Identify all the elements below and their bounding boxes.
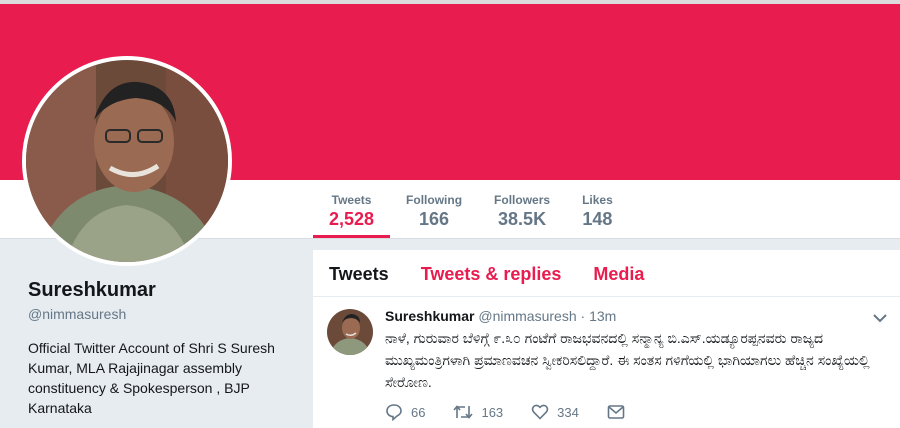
stat-followers[interactable]: Followers 38.5K	[478, 180, 566, 238]
heart-icon	[531, 404, 549, 420]
profile-photo-image	[26, 60, 228, 262]
stat-following-label: Following	[406, 193, 463, 207]
direct-message-button[interactable]	[607, 404, 633, 420]
tweet-timestamp[interactable]: 13m	[589, 308, 616, 324]
profile-card: Sureshkumar @nimmasuresh Official Twitte…	[28, 278, 298, 418]
reply-icon	[386, 404, 402, 421]
stat-likes-label: Likes	[582, 193, 613, 207]
tweet-header: Sureshkumar @nimmasuresh · 13m	[385, 307, 884, 325]
retweet-icon	[453, 405, 474, 419]
tweet[interactable]: Sureshkumar @nimmasuresh · 13m ನಾಳೆ, ಗುರ…	[313, 297, 900, 421]
profile-stats: Tweets 2,528 Following 166 Followers 38.…	[313, 180, 629, 238]
retweet-count: 163	[481, 404, 504, 420]
stat-followers-value: 38.5K	[498, 209, 547, 229]
timeline: Tweets Tweets & replies Media Sureshkuma…	[313, 250, 900, 428]
profile-avatar[interactable]	[22, 56, 232, 266]
stat-followers-label: Followers	[494, 193, 551, 207]
chevron-down-icon[interactable]	[872, 311, 888, 323]
stat-likes[interactable]: Likes 148	[566, 180, 629, 238]
like-count: 334	[557, 404, 579, 420]
like-button[interactable]: 334	[531, 403, 579, 421]
tweet-avatar[interactable]	[327, 309, 373, 355]
profile-bio: Official Twitter Account of Shri S Sures…	[28, 340, 275, 416]
tweet-author-name[interactable]: Sureshkumar	[385, 308, 474, 324]
reply-count: 66	[411, 404, 426, 420]
stat-following[interactable]: Following 166	[390, 180, 478, 238]
tweet-author-handle[interactable]: @nimmasuresh	[478, 308, 576, 324]
profile-name[interactable]: Sureshkumar	[28, 278, 298, 302]
retweet-button[interactable]: 163	[453, 403, 503, 421]
tweet-actions: 66 163 334	[385, 403, 884, 421]
reply-button[interactable]: 66	[385, 403, 425, 421]
tweet-avatar-image	[327, 309, 373, 355]
tab-tweets-replies[interactable]: Tweets & replies	[405, 250, 578, 296]
tab-tweets[interactable]: Tweets	[313, 250, 405, 296]
timeline-tabs: Tweets Tweets & replies Media	[313, 250, 900, 297]
stat-likes-value: 148	[582, 209, 613, 229]
profile-handle[interactable]: @nimmasuresh	[28, 306, 298, 322]
tweet-separator: ·	[580, 308, 586, 324]
envelope-icon	[607, 405, 625, 419]
stat-tweets-label: Tweets	[331, 193, 372, 207]
stat-tweets[interactable]: Tweets 2,528	[313, 180, 391, 238]
stat-following-value: 166	[419, 209, 450, 229]
stat-tweets-value: 2,528	[329, 209, 375, 229]
tweet-text: ನಾಳೆ, ಗುರುವಾರ ಬೆಳಿಗ್ಗೆ ೯.೩೦ ಗಂಟೆಗೆ ರಾಜಭವ…	[385, 330, 870, 390]
tab-media[interactable]: Media	[577, 250, 660, 296]
